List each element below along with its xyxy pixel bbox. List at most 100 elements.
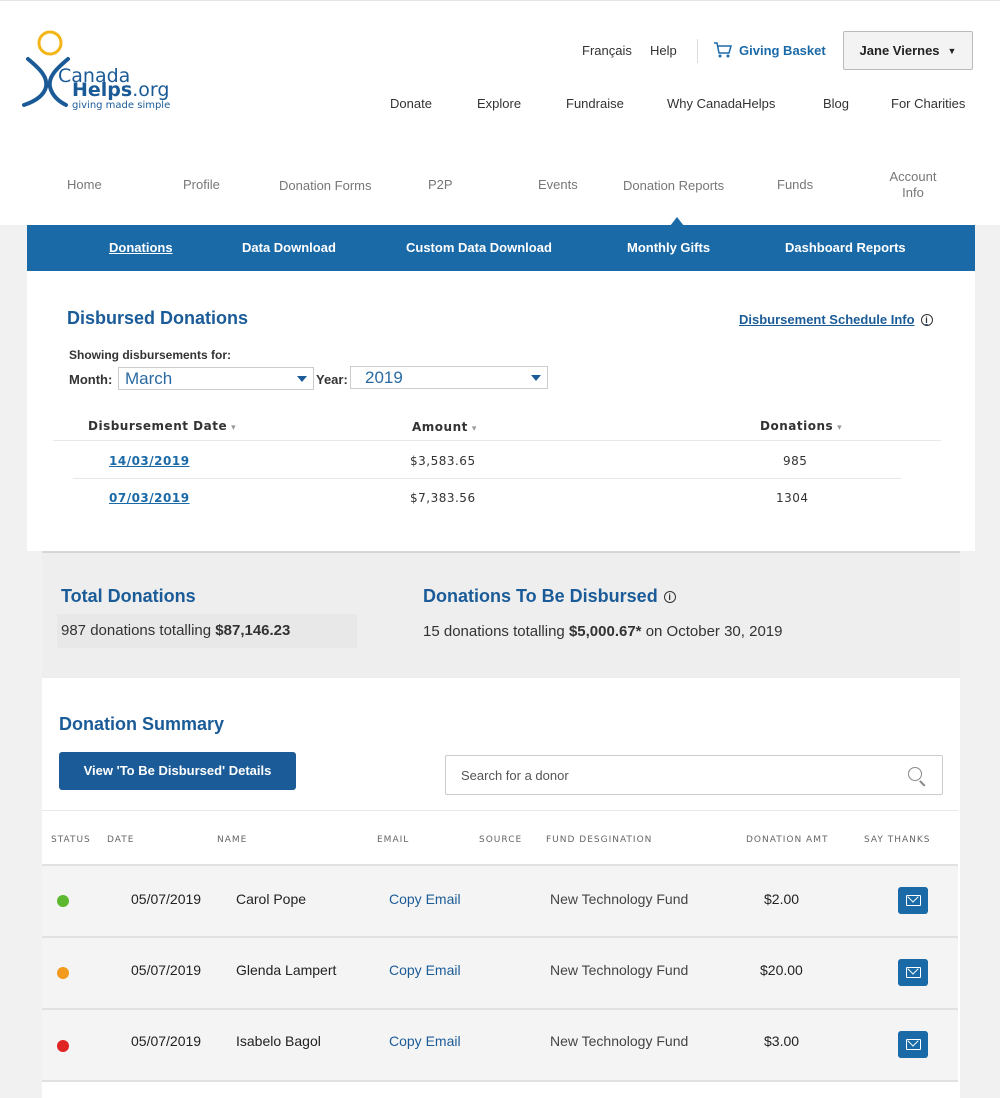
- nav-for-charities[interactable]: For Charities: [891, 96, 965, 111]
- subnav-info-line: Info: [902, 185, 924, 200]
- donation-summary-title: Donation Summary: [59, 714, 225, 734]
- user-menu-button[interactable]: Jane Viernes ▼: [843, 31, 973, 70]
- subnav-p2p[interactable]: P2P: [428, 177, 453, 192]
- tab-data-download[interactable]: Data Download: [242, 240, 336, 255]
- fund-designation: New Technology Fund: [550, 962, 689, 978]
- table-divider: [53, 440, 941, 441]
- nav-explore[interactable]: Explore: [477, 96, 521, 111]
- total-donations-summary: 987 donations totalling $87,146.23: [57, 614, 357, 648]
- nav-why-canadahelps[interactable]: Why CanadaHelps: [667, 96, 775, 111]
- tab-monthly-gifts[interactable]: Monthly Gifts: [627, 240, 710, 255]
- schedule-link-label: Disbursement Schedule Info: [739, 312, 915, 327]
- nav-blog[interactable]: Blog: [823, 96, 849, 111]
- table-divider: [42, 810, 958, 811]
- total-donations-title: Total Donations: [61, 586, 196, 606]
- tab-dashboard-reports[interactable]: Dashboard Reports: [785, 240, 906, 255]
- col-say-thanks[interactable]: SAY THANKS: [864, 835, 930, 845]
- utility-divider: [697, 39, 698, 63]
- disbursed-title: Disbursed Donations: [67, 308, 249, 328]
- subnav-donation-reports[interactable]: Donation Reports: [623, 178, 724, 193]
- col-status[interactable]: STATUS: [51, 835, 91, 845]
- col-amount[interactable]: Amount ▾: [412, 420, 477, 434]
- donation-date: 05/07/2019: [131, 891, 202, 907]
- month-select[interactable]: March: [118, 367, 314, 390]
- view-to-be-disbursed-button[interactable]: View 'To Be Disbursed' Details: [59, 752, 296, 790]
- subnav-events[interactable]: Events: [538, 177, 578, 192]
- cart-icon: [714, 42, 732, 58]
- tab-donations[interactable]: Donations: [109, 240, 173, 255]
- fund-designation: New Technology Fund: [550, 891, 689, 907]
- copy-email-link[interactable]: Copy Email: [389, 1033, 461, 1049]
- col-donations[interactable]: Donations ▾: [760, 419, 842, 433]
- giving-basket-link[interactable]: Giving Basket: [713, 41, 826, 59]
- total-amount: $87,146.23: [215, 622, 291, 639]
- help-link[interactable]: Help: [650, 43, 677, 58]
- disbursement-donations: 1304: [776, 491, 809, 505]
- subnav-home[interactable]: Home: [67, 177, 102, 192]
- subnav-profile[interactable]: Profile: [183, 177, 220, 192]
- year-label: Year:: [316, 372, 348, 387]
- chevron-down-icon: [297, 376, 307, 382]
- donor-name: Isabelo Bagol: [236, 1033, 321, 1049]
- language-link[interactable]: Français: [582, 43, 632, 58]
- donor-name: Carol Pope: [236, 891, 307, 907]
- canadahelps-logo[interactable]: Canada Helps.org giving made simple: [18, 29, 178, 111]
- sort-icon: ▾: [837, 423, 843, 433]
- donor-search: [445, 755, 943, 795]
- year-value: 2019: [365, 368, 403, 387]
- subnav-account-info[interactable]: Account Info: [880, 169, 946, 201]
- logo-tagline: giving made simple: [72, 100, 171, 111]
- col-date[interactable]: DATE: [107, 835, 134, 845]
- info-icon: i: [920, 313, 933, 326]
- fund-designation: New Technology Fund: [550, 1033, 689, 1049]
- caret-down-icon: ▼: [947, 45, 957, 56]
- copy-email-link[interactable]: Copy Email: [389, 962, 461, 978]
- subnav-donation-forms[interactable]: Donation Forms: [279, 178, 371, 193]
- col-source[interactable]: SOURCE: [479, 835, 522, 845]
- nav-fundraise[interactable]: Fundraise: [566, 96, 624, 111]
- donation-amount: $2.00: [764, 891, 800, 907]
- disbursement-donations: 985: [783, 454, 808, 468]
- year-select[interactable]: 2019: [350, 366, 548, 389]
- showing-label: Showing disbursements for:: [69, 348, 232, 362]
- disbursement-amount: $7,383.56: [410, 491, 476, 505]
- say-thanks-mail-icon[interactable]: [898, 887, 928, 914]
- sort-icon: ▾: [231, 423, 237, 433]
- subnav-account-line: Account: [889, 169, 937, 184]
- donor-search-input[interactable]: [461, 768, 861, 783]
- col-email[interactable]: EMAIL: [377, 835, 409, 845]
- donation-date: 05/07/2019: [131, 1033, 202, 1049]
- col-donation-amt[interactable]: DONATION AMT: [746, 835, 828, 845]
- chevron-down-icon: [531, 375, 541, 381]
- say-thanks-mail-icon[interactable]: [898, 1031, 928, 1058]
- donation-amount: $20.00: [760, 962, 803, 978]
- giving-basket-label: Giving Basket: [739, 42, 826, 58]
- donation-date: 05/07/2019: [131, 962, 202, 978]
- col-fund-designation[interactable]: FUND DESGINATION: [546, 835, 652, 845]
- reports-nav-bar: Donations Data Download Custom Data Down…: [27, 225, 975, 271]
- subnav-funds[interactable]: Funds: [777, 177, 813, 192]
- site-header: Canada Helps.org giving made simple Fran…: [0, 0, 1000, 226]
- row-divider: [73, 478, 901, 479]
- col-name[interactable]: NAME: [217, 835, 247, 845]
- say-thanks-mail-icon[interactable]: [898, 959, 928, 986]
- sort-icon: ▾: [471, 424, 477, 434]
- donation-amount: $3.00: [764, 1033, 800, 1049]
- info-icon[interactable]: i: [663, 590, 676, 603]
- status-complete-icon: [57, 895, 69, 907]
- pending-donations-summary: 15 donations totalling $5,000.67* on Oct…: [423, 623, 783, 640]
- donor-name: Glenda Lampert: [236, 962, 337, 978]
- nav-donate[interactable]: Donate: [390, 96, 432, 111]
- copy-email-link[interactable]: Copy Email: [389, 891, 461, 907]
- disbursement-schedule-link[interactable]: Disbursement Schedule Info i: [739, 312, 933, 327]
- status-failed-icon: [57, 1040, 69, 1052]
- user-name: Jane Viernes: [859, 43, 940, 58]
- logo-text-helps: Helps.org: [72, 79, 170, 101]
- disbursement-amount: $3,583.65: [410, 454, 476, 468]
- col-disbursement-date[interactable]: Disbursement Date ▾: [88, 419, 236, 433]
- month-label: Month:: [69, 372, 113, 387]
- disbursement-date-link[interactable]: 14/03/2019: [109, 454, 190, 468]
- disbursement-date-link[interactable]: 07/03/2019: [109, 491, 190, 505]
- tab-custom-data-download[interactable]: Custom Data Download: [406, 240, 552, 255]
- search-icon[interactable]: [908, 767, 922, 781]
